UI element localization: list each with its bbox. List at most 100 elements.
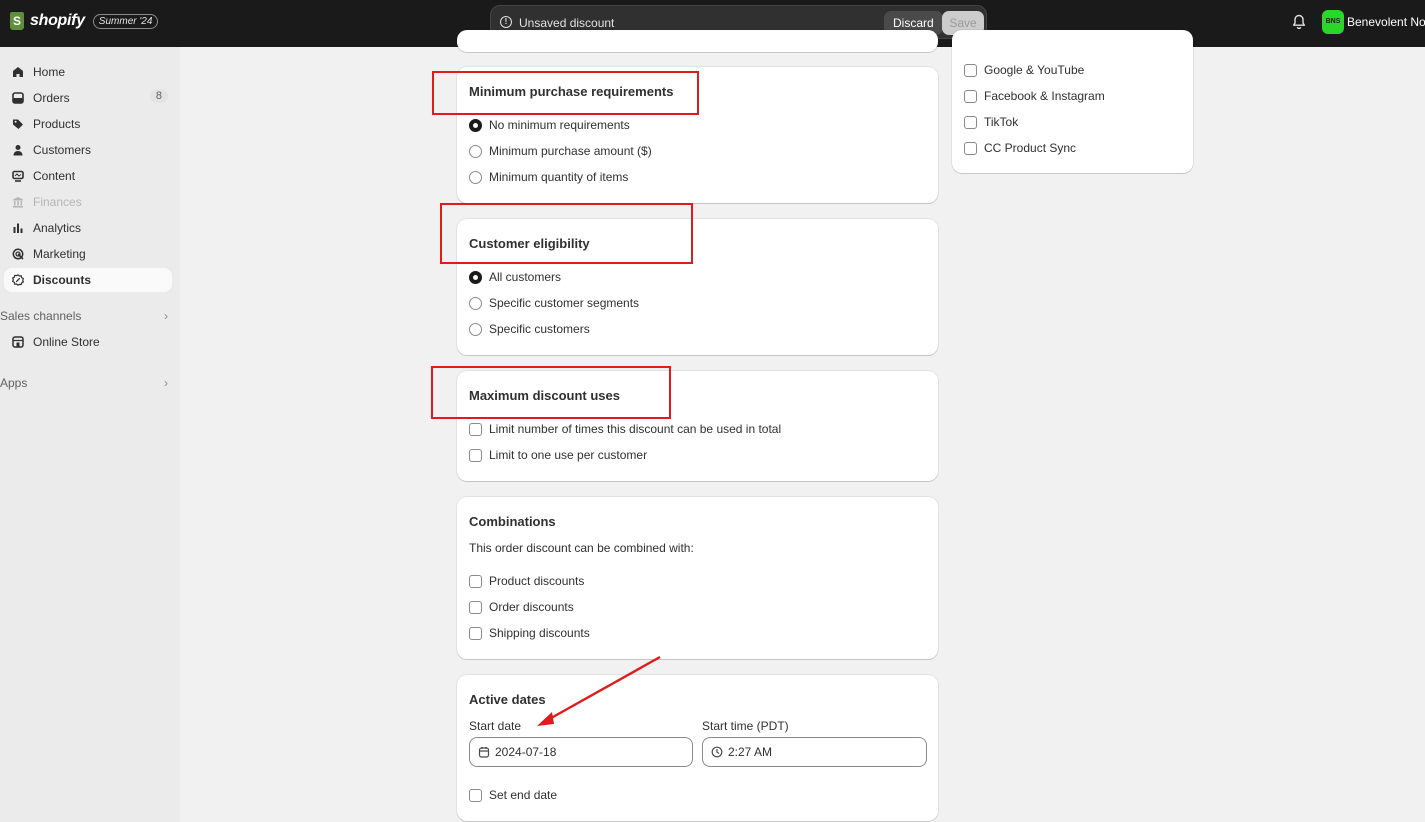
channel-option[interactable]: Facebook & Instagram [964,89,1105,103]
unsaved-message: Unsaved discount [519,16,615,30]
orders-count-badge: 8 [149,89,168,103]
radio[interactable] [469,144,482,158]
checkbox[interactable] [964,141,977,155]
target-icon [11,247,25,261]
previous-card-bottom [457,30,938,52]
radio-option[interactable]: Specific customer segments [469,296,639,310]
checkbox[interactable] [469,600,482,614]
alert-circle-icon: ! [500,16,512,28]
option-label: Specific customers [489,322,590,336]
radio[interactable] [469,296,482,310]
channel-label: Facebook & Instagram [984,89,1105,103]
checkbox[interactable] [469,448,482,462]
annotation-arrow [537,655,661,726]
bell-icon[interactable] [1292,14,1306,30]
sidebar-item-label: Online Store [33,335,100,349]
bank-icon [11,195,25,209]
checkbox-option[interactable]: Limit number of times this discount can … [469,422,781,436]
start-date-label: Start date [469,719,522,733]
sidebar-item-label: Customers [33,143,92,157]
combinations-card: Combinations This order discount can be … [457,497,938,659]
sales-channels-card: Google & YouTube Facebook & Instagram Ti… [952,30,1193,173]
sidebar-item-label: Home [33,65,66,79]
checkbox-option[interactable]: Shipping discounts [469,626,590,640]
edition-badge: Summer '24 [92,13,159,29]
radio-option[interactable]: Specific customers [469,322,590,336]
store-icon [11,335,25,349]
start-time-label: Start time (PDT) [702,719,789,733]
option-label: Product discounts [489,574,585,588]
sidebar-nav: Home Orders 8 Products Customers Content… [0,47,180,822]
option-label: Minimum purchase amount ($) [489,144,652,158]
annotation-box [432,71,699,115]
sidebar-item-analytics[interactable]: Analytics [4,216,172,240]
radio-option[interactable]: All customers [469,270,561,284]
sidebar-item-label: Finances [33,195,82,209]
channel-option[interactable]: CC Product Sync [964,141,1076,155]
checkbox[interactable] [964,89,977,103]
store-name[interactable]: Benevolent Nour [1347,15,1425,29]
option-label: Limit to one use per customer [489,448,648,462]
radio-selected[interactable] [469,270,482,284]
checkbox[interactable] [469,626,482,640]
person-icon [11,143,25,157]
checkbox-option[interactable]: Set end date [469,788,557,802]
sidebar-item-customers[interactable]: Customers [4,138,172,162]
sidebar-item-products[interactable]: Products [4,112,172,136]
brand-name: shopify [30,12,85,29]
radio-option[interactable]: Minimum purchase amount ($) [469,144,652,158]
sidebar-item-orders[interactable]: Orders 8 [4,86,172,110]
annotation-box [431,366,671,419]
radio-selected[interactable] [469,118,482,132]
radio[interactable] [469,322,482,336]
option-label: Order discounts [489,600,574,614]
channel-label: CC Product Sync [984,141,1077,155]
checkbox-option[interactable]: Order discounts [469,600,574,614]
channel-option[interactable]: TikTok [964,115,1018,129]
option-label: Shipping discounts [489,626,590,640]
set-end-date-label: Set end date [489,788,558,802]
chevron-right-icon: › [164,376,168,390]
option-label: Limit number of times this discount can … [489,422,782,436]
sidebar-item-home[interactable]: Home [4,60,172,84]
radio-option[interactable]: Minimum quantity of items [469,170,628,184]
checkbox[interactable] [469,574,482,588]
start-time-input[interactable]: 2:27 AM [702,737,927,767]
card-subtitle: This order discount can be combined with… [469,541,694,555]
radio[interactable] [469,170,482,184]
start-date-value: 2024-07-18 [495,745,557,759]
channel-label: TikTok [984,115,1019,129]
home-icon [11,65,25,79]
store-avatar[interactable]: BNS [1322,10,1344,34]
checkbox-option[interactable]: Product discounts [469,574,584,588]
channel-option[interactable]: Google & YouTube [964,63,1084,77]
sidebar-item-label: Orders [33,91,70,105]
checkbox-option[interactable]: Limit to one use per customer [469,448,647,462]
checkbox[interactable] [964,63,977,77]
checkbox[interactable] [964,115,977,129]
checkbox[interactable] [469,788,482,802]
bar-chart-icon [11,221,25,235]
orders-icon [11,91,25,105]
shopify-logo[interactable]: shopify Summer '24 [10,12,159,30]
sales-channels-header[interactable]: Sales channels › [0,309,168,323]
sidebar-item-label: Discounts [33,273,92,287]
sidebar-item-discounts[interactable]: Discounts [4,268,172,292]
option-label: Minimum quantity of items [489,170,629,184]
sidebar-item-finances[interactable]: Finances [4,190,172,214]
radio-option[interactable]: No minimum requirements [469,118,630,132]
sidebar-item-label: Analytics [33,221,82,235]
sidebar-item-online-store[interactable]: Online Store [4,330,172,354]
sidebar-item-marketing[interactable]: Marketing [4,242,172,266]
option-label: Specific customer segments [489,296,640,310]
sidebar-item-content[interactable]: Content [4,164,172,188]
option-label: No minimum requirements [489,118,630,132]
card-title: Combinations [469,514,556,529]
start-date-input[interactable]: 2024-07-18 [469,737,693,767]
calendar-icon [478,747,490,758]
sidebar-item-label: Marketing [33,247,86,261]
content-icon [11,169,25,183]
checkbox[interactable] [469,422,482,436]
apps-header[interactable]: Apps › [0,376,168,390]
chevron-right-icon: › [164,309,168,323]
